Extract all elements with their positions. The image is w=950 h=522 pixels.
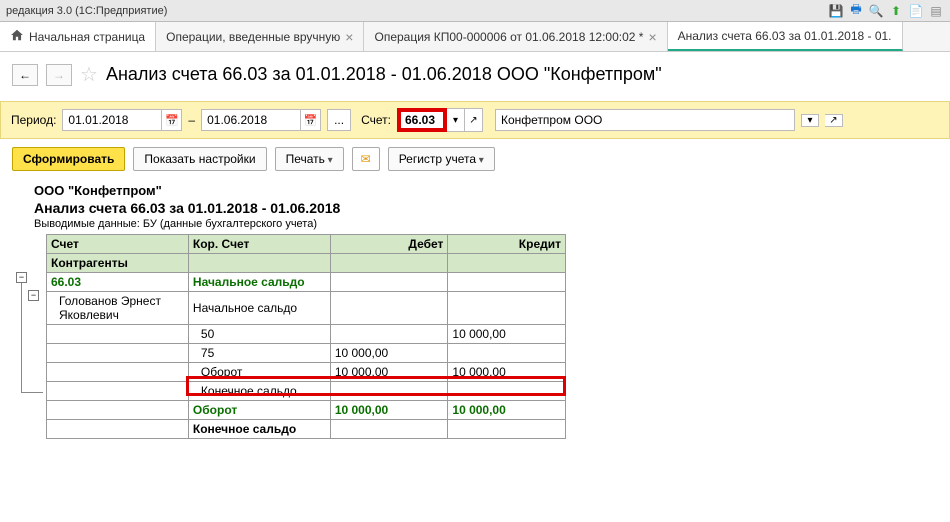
report-header: ООО "Конфетпром" Анализ счета 66.03 за 0…: [34, 183, 936, 230]
home-icon: [10, 28, 24, 45]
col-debit: Дебет: [330, 235, 448, 254]
calendar-icon[interactable]: 📅: [162, 109, 182, 131]
titlebar-actions: 💾 🖶 🔍 ⬆ 📄 ▤: [828, 3, 944, 19]
copy-icon[interactable]: 📄: [908, 3, 924, 19]
col-account: Счет: [47, 235, 189, 254]
preview-icon[interactable]: 🔍: [868, 3, 884, 19]
tab-label: Операция КП00-000006 от 01.06.2018 12:00…: [374, 30, 643, 44]
favorite-icon[interactable]: ☆: [80, 62, 98, 87]
report-grid-wrap: − − Счет Кор. Счет Дебет Кредит Контраге…: [14, 234, 936, 439]
report-org: ООО "Конфетпром": [34, 183, 936, 198]
report-table: Счет Кор. Счет Дебет Кредит Контрагенты …: [46, 234, 566, 439]
tab-label: Операции, введенные вручную: [166, 30, 340, 44]
form-button[interactable]: Сформировать: [12, 147, 125, 171]
table-row[interactable]: 75 10 000,00: [47, 344, 566, 363]
org-open-icon[interactable]: ↗: [825, 114, 843, 127]
email-icon: ✉: [361, 152, 371, 166]
more-icon[interactable]: ▤: [928, 3, 944, 19]
show-settings-button[interactable]: Показать настройки: [133, 147, 266, 171]
save-icon[interactable]: 💾: [828, 3, 844, 19]
org-dropdown-icon[interactable]: ▾: [801, 114, 819, 127]
tree-collapse-icon[interactable]: −: [28, 290, 39, 301]
report-table-wrap: Счет Кор. Счет Дебет Кредит Контрагенты …: [46, 234, 566, 439]
table-row[interactable]: Конечное сальдо: [47, 420, 566, 439]
close-icon[interactable]: ×: [345, 29, 353, 45]
tab-bar: Начальная страница Операции, введенные в…: [0, 22, 950, 52]
tree-gutter: − −: [14, 234, 46, 439]
page-title: Анализ счета 66.03 за 01.01.2018 - 01.06…: [106, 64, 662, 85]
table-row[interactable]: Конечное сальдо: [47, 382, 566, 401]
email-button[interactable]: ✉: [352, 147, 380, 171]
report-area: ООО "Конфетпром" Анализ счета 66.03 за 0…: [0, 179, 950, 449]
account-open-icon[interactable]: ↗: [465, 108, 483, 132]
report-title: Анализ счета 66.03 за 01.01.2018 - 01.06…: [34, 200, 936, 216]
period-toolbar: Период: 📅 – 📅 ... Счет: ▾ ↗ ▾ ↗: [0, 101, 950, 139]
report-subtitle: Выводимые данные: БУ (данные бухгалтерск…: [34, 218, 936, 230]
export-icon[interactable]: ⬆: [888, 3, 904, 19]
period-dash: –: [188, 113, 195, 127]
tree-collapse-icon[interactable]: −: [16, 272, 27, 283]
close-icon[interactable]: ×: [648, 29, 656, 45]
tab-operations[interactable]: Операции, введенные вручную ×: [156, 22, 364, 51]
tab-account-analysis[interactable]: Анализ счета 66.03 за 01.01.2018 - 01.: [668, 22, 903, 51]
calendar-icon[interactable]: 📅: [301, 109, 321, 131]
table-row-total[interactable]: Оборот 10 000,00 10 000,00: [47, 401, 566, 420]
table-row[interactable]: Голованов Эрнест Яковлевич Начальное сал…: [47, 292, 566, 325]
register-button[interactable]: Регистр учета: [388, 147, 495, 171]
subhead-label: Контрагенты: [47, 254, 189, 273]
tab-home[interactable]: Начальная страница: [0, 22, 156, 51]
date-from-input[interactable]: [62, 109, 162, 131]
account-input-group: ▾ ↗: [397, 108, 483, 132]
account-dropdown-icon[interactable]: ▾: [447, 108, 465, 132]
table-subheader-row: Контрагенты: [47, 254, 566, 273]
action-toolbar: Сформировать Показать настройки Печать ✉…: [0, 139, 950, 179]
account-input[interactable]: [397, 108, 447, 132]
tab-label: Анализ счета 66.03 за 01.01.2018 - 01.: [678, 29, 892, 43]
table-header-row: Счет Кор. Счет Дебет Кредит: [47, 235, 566, 254]
table-row[interactable]: 50 10 000,00: [47, 325, 566, 344]
period-picker-button[interactable]: ...: [327, 109, 351, 131]
table-row[interactable]: 66.03 Начальное сальдо: [47, 273, 566, 292]
forward-button[interactable]: →: [46, 64, 72, 86]
date-to-input[interactable]: [201, 109, 301, 131]
col-kor: Кор. Счет: [188, 235, 330, 254]
col-credit: Кредит: [448, 235, 566, 254]
date-to-group: 📅: [201, 109, 321, 131]
account-label: Счет:: [361, 113, 391, 127]
tab-home-label: Начальная страница: [29, 30, 145, 44]
back-button[interactable]: ←: [12, 64, 38, 86]
tab-operation-detail[interactable]: Операция КП00-000006 от 01.06.2018 12:00…: [364, 22, 667, 51]
period-label: Период:: [11, 113, 56, 127]
print-icon[interactable]: 🖶: [848, 3, 864, 19]
date-from-group: 📅: [62, 109, 182, 131]
window-titlebar: редакция 3.0 (1С:Предприятие) 💾 🖶 🔍 ⬆ 📄 …: [0, 0, 950, 22]
window-title: редакция 3.0 (1С:Предприятие): [6, 5, 828, 17]
organization-input[interactable]: [495, 109, 795, 131]
page-header: ← → ☆ Анализ счета 66.03 за 01.01.2018 -…: [0, 52, 950, 101]
print-button[interactable]: Печать: [275, 147, 344, 171]
table-row[interactable]: Оборот 10 000,00 10 000,00: [47, 363, 566, 382]
